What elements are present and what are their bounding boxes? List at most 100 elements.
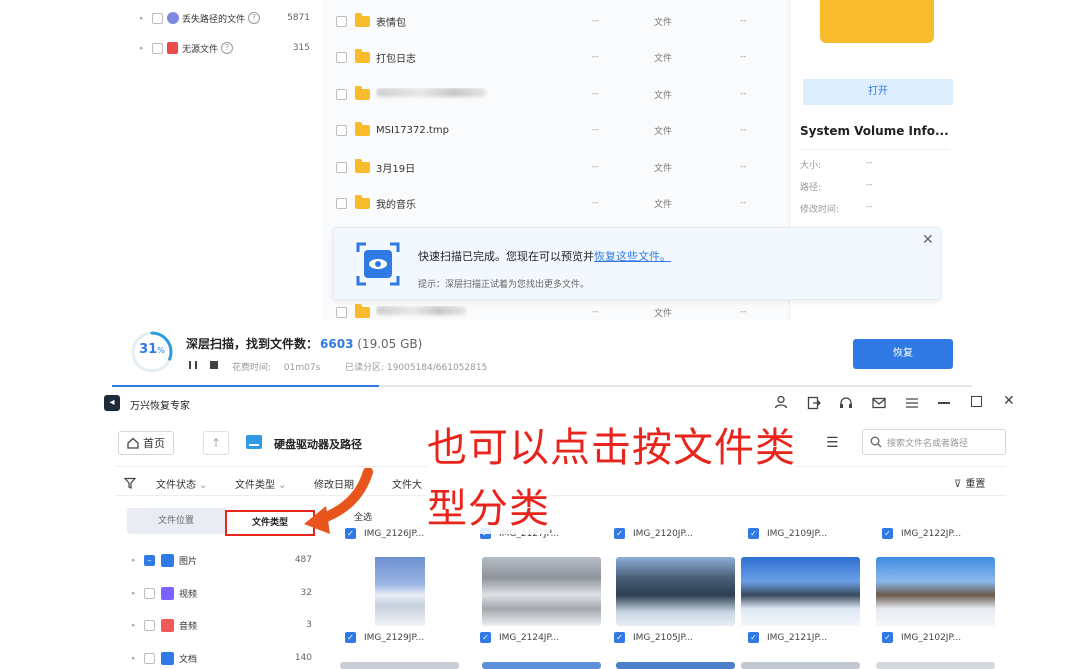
expand-caret-icon[interactable]: ▸ xyxy=(132,556,144,564)
category-documents[interactable]: ▸ 文档 140 xyxy=(132,650,312,666)
checkbox[interactable] xyxy=(152,12,163,24)
checkbox[interactable] xyxy=(336,306,347,318)
image-thumbnail[interactable] xyxy=(340,662,459,669)
file-size: -- xyxy=(592,89,599,99)
expand-caret-icon[interactable]: ▸ xyxy=(140,44,152,52)
image-card[interactable]: ✓ IMG_2109JP... xyxy=(748,528,827,539)
file-name-blurred xyxy=(376,306,592,318)
filter-file-status[interactable]: 文件状态 ⌄ xyxy=(156,476,207,491)
user-icon[interactable] xyxy=(774,395,788,412)
list-view-icon[interactable]: ☰ xyxy=(826,435,839,451)
expand-caret-icon[interactable]: ▸ xyxy=(132,589,144,597)
minimize-icon[interactable] xyxy=(938,402,950,404)
tree-item-no-source[interactable]: ▸ 无源文件 ? 315 xyxy=(140,40,310,56)
image-card[interactable]: ✓ IMG_2105JP... xyxy=(614,632,693,643)
progress-percent: 31 xyxy=(139,342,158,357)
category-images[interactable]: ▸ – 图片 487 xyxy=(132,552,312,568)
checkbox[interactable] xyxy=(336,88,347,100)
help-icon[interactable]: ? xyxy=(221,42,234,54)
menu-icon[interactable] xyxy=(905,395,919,414)
image-thumbnail[interactable] xyxy=(616,662,735,669)
image-card[interactable]: ✓ IMG_2120JP... xyxy=(614,528,693,539)
file-size: -- xyxy=(592,16,599,26)
checkbox[interactable] xyxy=(152,42,163,54)
checkbox[interactable] xyxy=(336,197,347,209)
close-window-icon[interactable]: ✕ xyxy=(1003,393,1015,409)
close-icon[interactable]: ✕ xyxy=(922,232,934,248)
scan-progress-fill xyxy=(112,385,379,387)
image-card-name: IMG_2124JP... xyxy=(499,632,560,643)
expand-caret-icon[interactable]: ▸ xyxy=(132,621,144,629)
checkbox[interactable] xyxy=(144,652,155,664)
open-button[interactable]: 打开 xyxy=(803,79,953,105)
chevron-down-icon: ⌄ xyxy=(199,480,208,491)
image-card[interactable]: ✓ IMG_2122JP... xyxy=(882,528,961,539)
checkbox-checked[interactable]: ✓ xyxy=(614,632,625,643)
image-thumbnail[interactable] xyxy=(876,662,995,669)
read-label: 已读分区: xyxy=(345,363,385,373)
checkbox-partial[interactable]: – xyxy=(144,554,155,566)
file-row[interactable]: 我的音乐 -- 文件 -- xyxy=(336,193,786,213)
filter-file-type[interactable]: 文件类型 ⌄ xyxy=(235,476,286,491)
category-videos[interactable]: ▸ 视频 32 xyxy=(132,585,312,601)
file-date: -- xyxy=(740,16,747,26)
mail-icon[interactable] xyxy=(872,395,886,414)
up-arrow-icon[interactable]: ↑ xyxy=(203,431,229,455)
checkbox-checked[interactable]: ✓ xyxy=(882,528,893,539)
expand-caret-icon[interactable]: ▸ xyxy=(132,654,144,662)
file-row[interactable]: MSI17372.tmp -- 文件 -- xyxy=(336,120,786,140)
tab-file-location[interactable]: 文件位置 xyxy=(127,508,225,534)
scan-count: 6603 xyxy=(320,337,354,351)
image-thumbnail[interactable] xyxy=(876,557,995,626)
image-card[interactable]: ✓ IMG_2124JP... xyxy=(480,632,559,643)
checkbox-checked[interactable]: ✓ xyxy=(748,632,759,643)
headset-icon[interactable] xyxy=(839,395,853,414)
checkbox[interactable] xyxy=(336,161,347,173)
file-row[interactable]: 打包日志 -- 文件 -- xyxy=(336,47,786,67)
expand-caret-icon[interactable]: ▸ xyxy=(140,14,152,22)
image-card[interactable]: ✓ IMG_2121JP... xyxy=(748,632,827,643)
filter-file-size[interactable]: 文件大 xyxy=(392,476,422,491)
image-thumbnail[interactable] xyxy=(616,557,735,626)
checkbox[interactable] xyxy=(336,124,347,136)
filter-label: 文件类型 xyxy=(235,480,275,491)
read-value: 19005184/661052815 xyxy=(386,363,488,373)
checkbox-checked[interactable]: ✓ xyxy=(614,528,625,539)
checkbox[interactable] xyxy=(144,587,155,599)
file-row[interactable]: 3月19日 -- 文件 -- xyxy=(336,157,786,177)
help-icon[interactable]: ? xyxy=(248,12,261,24)
progress-percent-unit: % xyxy=(157,346,165,355)
checkbox-checked[interactable]: ✓ xyxy=(882,632,893,643)
filter-icon[interactable] xyxy=(123,474,137,493)
image-thumbnail[interactable] xyxy=(741,557,860,626)
file-row[interactable]: 表情包 -- 文件 -- xyxy=(336,11,786,31)
file-row[interactable]: -- 文件 -- xyxy=(336,84,786,104)
image-card[interactable]: ✓ IMG_2129JP... xyxy=(345,632,424,643)
home-button[interactable]: 首页 xyxy=(118,431,174,455)
image-thumbnail[interactable] xyxy=(340,557,459,626)
file-row[interactable]: -- 文件 -- xyxy=(336,302,786,322)
checkbox-checked[interactable]: ✓ xyxy=(345,632,356,643)
category-label: 文档 xyxy=(179,654,198,665)
image-thumbnail[interactable] xyxy=(482,557,601,626)
checkbox-checked[interactable]: ✓ xyxy=(480,632,491,643)
category-audio[interactable]: ▸ 音频 3 xyxy=(132,617,312,633)
maximize-icon[interactable] xyxy=(971,396,982,407)
image-thumbnail[interactable] xyxy=(741,662,860,669)
pause-icon[interactable] xyxy=(189,361,197,369)
reset-filter-button[interactable]: ⊽ 重置 xyxy=(954,475,985,490)
stop-icon[interactable] xyxy=(210,361,218,369)
recover-button[interactable]: 恢复 xyxy=(853,339,953,369)
image-card[interactable]: ✓ IMG_2102JP... xyxy=(882,632,961,643)
checkbox[interactable] xyxy=(144,619,155,631)
search-box[interactable]: 搜索文件名或者路径 xyxy=(862,429,1006,455)
checkbox-checked[interactable]: ✓ xyxy=(748,528,759,539)
signout-icon[interactable] xyxy=(807,395,821,414)
checkbox[interactable] xyxy=(336,51,347,63)
image-card-name: IMG_2122JP... xyxy=(901,528,962,539)
tree-item-lost-path[interactable]: ▸ 丢失路径的文件 ? 5871 xyxy=(140,10,310,26)
image-thumbnail[interactable] xyxy=(482,662,601,669)
file-size: -- xyxy=(592,198,599,208)
recover-files-link[interactable]: 恢复这些文件。 xyxy=(594,250,671,263)
checkbox[interactable] xyxy=(336,15,347,27)
